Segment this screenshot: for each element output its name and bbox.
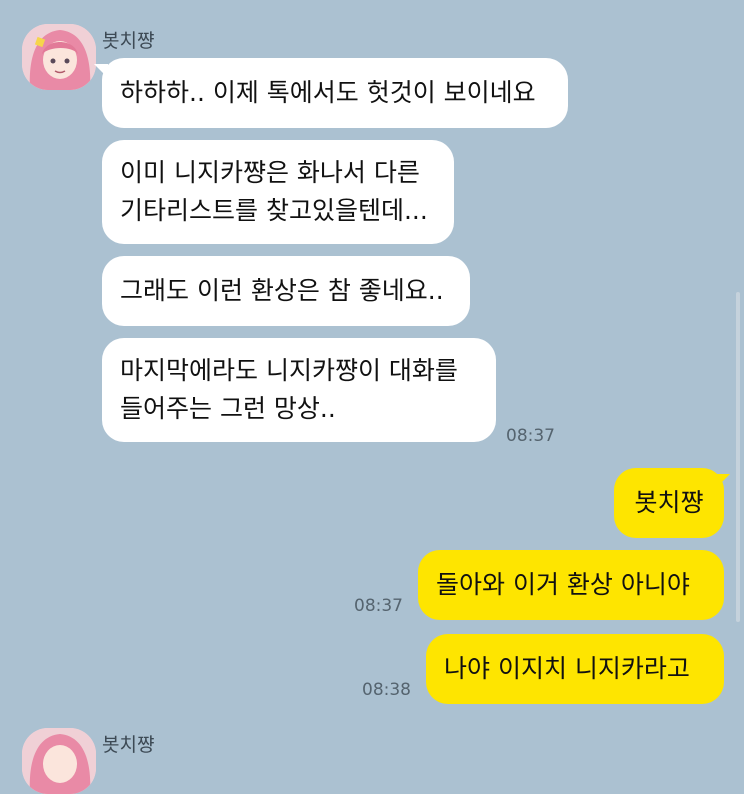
sender-name: 봇치쨩 — [102, 734, 155, 756]
avatar[interactable] — [22, 24, 96, 90]
message-time: 08:37 — [354, 596, 403, 616]
my-message-bubble[interactable]: 봇치쨩 — [614, 468, 724, 538]
bubble-tail — [716, 474, 730, 488]
message-bubble[interactable]: 이미 니지카쨩은 화나서 다른 기타리스트를 찾고있을텐데... — [102, 140, 454, 244]
sender-name: 봇치쨩 — [102, 30, 155, 52]
pink-hair-avatar-icon — [22, 24, 96, 90]
avatar[interactable] — [22, 728, 96, 794]
message-bubble[interactable]: 마지막에라도 니지카쨩이 대화를 들어주는 그런 망상.. — [102, 338, 496, 442]
message-time: 08:38 — [362, 680, 411, 700]
pink-hair-avatar-icon — [22, 728, 96, 794]
chat-room: 봇치쨩 하하하.. 이제 톡에서도 헛것이 보이네요 이미 니지카쨩은 화나서 … — [0, 0, 744, 794]
my-message-bubble[interactable]: 나야 이지치 니지카라고 — [426, 634, 724, 704]
message-bubble[interactable]: 하하하.. 이제 톡에서도 헛것이 보이네요 — [102, 58, 568, 128]
message-bubble[interactable]: 그래도 이런 환상은 참 좋네요.. — [102, 256, 470, 326]
message-time: 08:37 — [506, 426, 555, 446]
scrollbar[interactable] — [736, 292, 740, 622]
my-message-bubble[interactable]: 돌아와 이거 환상 아니야 — [418, 550, 724, 620]
